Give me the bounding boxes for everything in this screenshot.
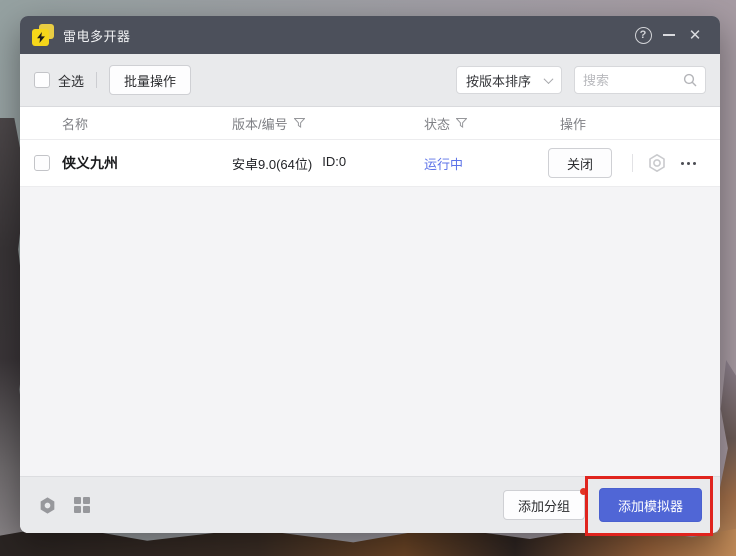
search-box[interactable] <box>574 66 706 94</box>
lightning-icon <box>32 29 49 46</box>
header-status[interactable]: 状态 <box>424 114 548 133</box>
header-name: 名称 <box>62 114 232 133</box>
filter-icon <box>456 118 467 128</box>
grid-view-icon[interactable] <box>74 497 90 513</box>
search-input[interactable] <box>583 73 683 88</box>
instance-version: 安卓9.0(64位) ID:0 <box>232 154 424 173</box>
close-button[interactable]: ✕ <box>682 22 708 48</box>
notification-dot <box>580 488 587 495</box>
instance-settings-icon[interactable] <box>647 153 667 173</box>
toolbar: 全选 批量操作 按版本排序 <box>20 54 720 107</box>
minimize-button[interactable] <box>656 22 682 48</box>
window-title: 雷电多开器 <box>63 26 131 45</box>
toolbar-divider <box>96 72 97 88</box>
footer-bar: 添加分组 添加模拟器 <box>20 476 720 533</box>
help-button[interactable]: ? <box>630 22 656 48</box>
app-logo-icon <box>32 24 54 46</box>
sort-dropdown-value: 按版本排序 <box>466 71 531 90</box>
add-group-button[interactable]: 添加分组 <box>503 490 585 520</box>
help-icon: ? <box>635 27 652 44</box>
header-version[interactable]: 版本/编号 <box>232 114 424 133</box>
status-badge: 运行中 <box>424 154 548 173</box>
add-emulator-button[interactable]: 添加模拟器 <box>599 488 702 522</box>
search-icon <box>683 73 697 87</box>
ops-divider <box>632 154 633 172</box>
filter-icon <box>294 118 305 128</box>
more-options-icon[interactable] <box>681 162 696 165</box>
instance-name: 侠义九州 <box>62 153 232 173</box>
table-header: 名称 版本/编号 状态 操作 <box>20 107 720 140</box>
stop-instance-button[interactable]: 关闭 <box>548 148 612 178</box>
titlebar: 雷电多开器 ? ✕ <box>20 16 720 54</box>
wallpaper-rock-right <box>718 360 736 556</box>
settings-gear-icon[interactable] <box>38 496 57 515</box>
close-icon: ✕ <box>689 28 702 43</box>
minimize-icon <box>663 34 675 36</box>
sort-dropdown[interactable]: 按版本排序 <box>456 66 562 94</box>
chevron-down-icon <box>544 74 554 84</box>
header-ops: 操作 <box>548 114 720 133</box>
row-operations: 关闭 <box>548 148 720 178</box>
multi-instance-manager-window: 雷电多开器 ? ✕ 全选 批量操作 按版本排序 <box>20 16 720 533</box>
instance-id: ID:0 <box>322 154 346 173</box>
select-all-label: 全选 <box>58 71 84 90</box>
table-row[interactable]: 侠义九州 安卓9.0(64位) ID:0 运行中 关闭 <box>20 140 720 187</box>
instance-list-empty-area <box>20 187 720 476</box>
select-all-checkbox[interactable] <box>34 72 50 88</box>
batch-operations-button[interactable]: 批量操作 <box>109 65 191 95</box>
row-checkbox[interactable] <box>34 155 50 171</box>
